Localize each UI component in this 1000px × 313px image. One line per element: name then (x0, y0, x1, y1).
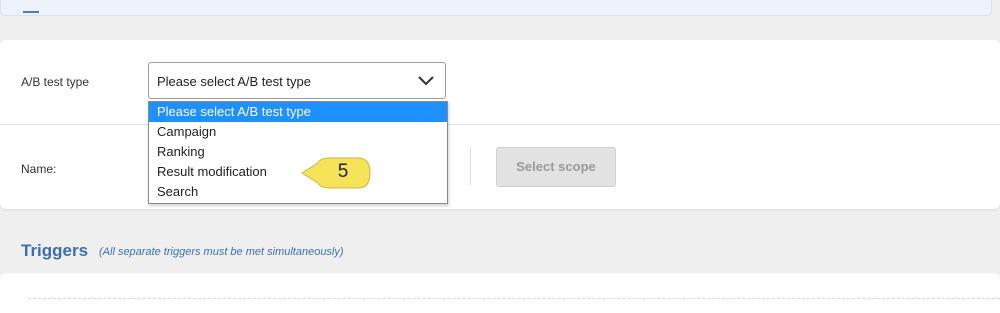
name-field-separator (470, 147, 471, 185)
triggers-heading: Triggers (21, 241, 89, 260)
info-banner (0, 0, 992, 16)
triggers-card (0, 273, 1000, 313)
banner-accent (23, 3, 39, 13)
ab-test-type-label: A/B test type (21, 75, 90, 89)
triggers-note: (All separate triggers must be met simul… (99, 246, 344, 258)
dropdown-option-campaign[interactable]: Campaign (149, 122, 447, 142)
select-scope-button[interactable]: Select scope (496, 147, 616, 187)
name-label: Name: (21, 162, 57, 176)
chevron-down-icon (418, 76, 434, 86)
ab-test-type-select[interactable]: Please select A/B test type (148, 62, 446, 99)
ab-test-type-dropdown-list: Please select A/B test type Campaign Ran… (148, 101, 448, 204)
step-callout: 5 (300, 155, 372, 191)
dropdown-option-result-modification[interactable]: Result modification (149, 162, 447, 182)
callout-number: 5 (337, 161, 349, 182)
dashed-divider (28, 298, 1000, 299)
dropdown-option-placeholder[interactable]: Please select A/B test type (149, 102, 447, 122)
ab-test-type-select-value: Please select A/B test type (157, 74, 311, 89)
dropdown-option-ranking[interactable]: Ranking (149, 142, 447, 162)
dropdown-option-search[interactable]: Search (149, 182, 447, 202)
